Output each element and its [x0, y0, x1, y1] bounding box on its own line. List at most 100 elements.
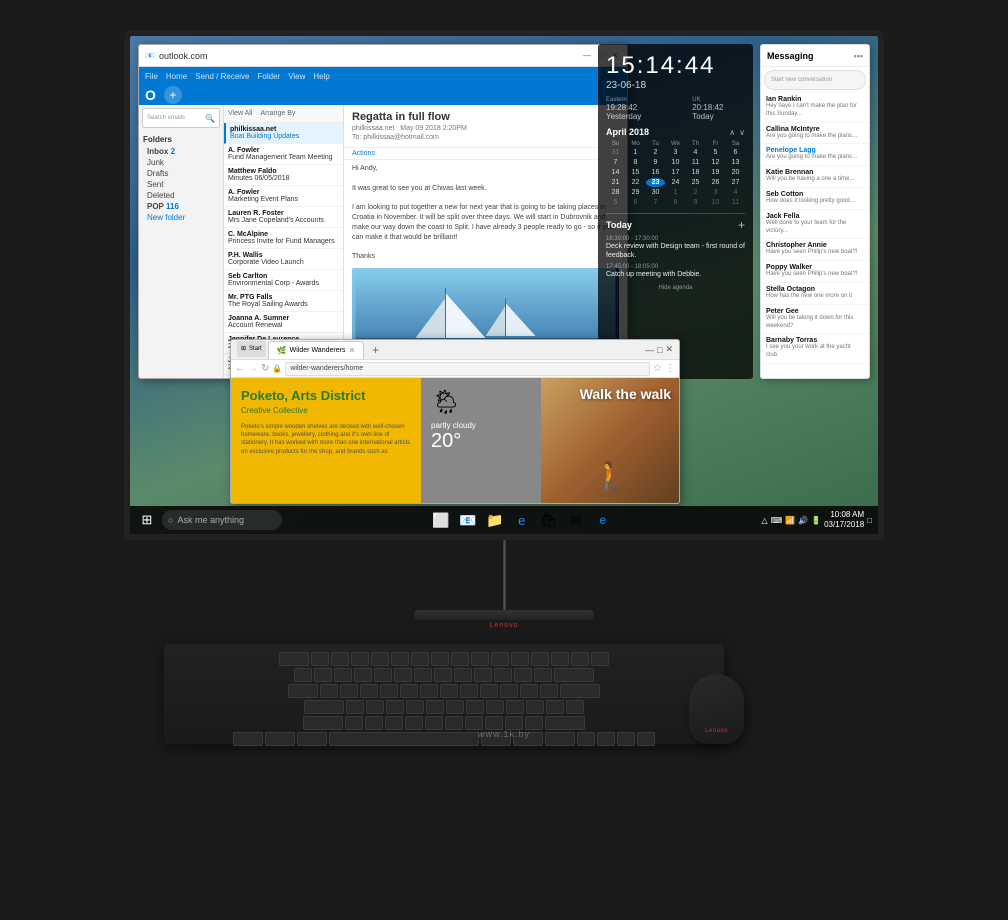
- drafts-folder[interactable]: Drafts: [143, 168, 219, 179]
- refresh-icon[interactable]: ↻: [261, 363, 269, 374]
- key-f12[interactable]: [531, 652, 549, 666]
- arrange-label[interactable]: Arrange By: [260, 110, 295, 117]
- key-i[interactable]: [460, 684, 478, 698]
- key-z[interactable]: [345, 716, 363, 730]
- key-r[interactable]: [380, 684, 398, 698]
- key-period[interactable]: [505, 716, 523, 730]
- action-center-icon[interactable]: □: [867, 516, 872, 525]
- menu-icon[interactable]: ⋮: [665, 363, 675, 374]
- email-item[interactable]: P.H. Wallis Corporate Video Launch: [224, 249, 343, 270]
- tab-send-receive[interactable]: Send / Receive: [195, 72, 249, 81]
- key-f10[interactable]: [491, 652, 509, 666]
- contact-item[interactable]: Poppy Walker Have you seen Philip's new …: [761, 261, 869, 283]
- key-v[interactable]: [405, 716, 423, 730]
- key-brk[interactable]: [591, 652, 609, 666]
- mouse[interactable]: Lenovo: [689, 674, 744, 744]
- new-email-button[interactable]: +: [164, 86, 182, 104]
- key-o[interactable]: [480, 684, 498, 698]
- forward-icon[interactable]: →: [248, 363, 258, 374]
- search-input[interactable]: Search emails 🔍: [142, 108, 220, 128]
- contact-item[interactable]: Christopher Annie Have you seen Philip's…: [761, 239, 869, 261]
- key-rbracket[interactable]: [540, 684, 558, 698]
- key-2[interactable]: [334, 668, 352, 682]
- key-f[interactable]: [406, 700, 424, 714]
- new-folder[interactable]: New folder: [143, 212, 219, 223]
- key-y[interactable]: [420, 684, 438, 698]
- key-f1[interactable]: [311, 652, 329, 666]
- key-f4[interactable]: [371, 652, 389, 666]
- key-lctrl[interactable]: [233, 732, 263, 746]
- sent-folder[interactable]: Sent: [143, 179, 219, 190]
- key-down[interactable]: [617, 732, 635, 746]
- key-capslock[interactable]: [304, 700, 344, 714]
- taskbar-task-view[interactable]: ⬜: [429, 508, 453, 532]
- start-button[interactable]: ⊞: [134, 507, 160, 533]
- key-m[interactable]: [465, 716, 483, 730]
- contact-item[interactable]: Ian Rankin Hey have I can't make the pla…: [761, 93, 869, 123]
- key-scr[interactable]: [571, 652, 589, 666]
- calendar-prev[interactable]: ∧: [729, 128, 735, 137]
- junk-folder[interactable]: Junk: [143, 157, 219, 168]
- email-item[interactable]: C. McAlpine Princess Invite for Fund Man…: [224, 228, 343, 249]
- key-esc[interactable]: [279, 652, 309, 666]
- key-f11[interactable]: [511, 652, 529, 666]
- key-q[interactable]: [320, 684, 338, 698]
- calendar-next[interactable]: ∨: [739, 128, 745, 137]
- key-s[interactable]: [366, 700, 384, 714]
- hide-agenda-button[interactable]: Hide agenda: [606, 285, 745, 291]
- key-quote[interactable]: [546, 700, 564, 714]
- key-9[interactable]: [474, 668, 492, 682]
- key-up[interactable]: [597, 732, 615, 746]
- key-g[interactable]: [426, 700, 444, 714]
- taskbar-edge-icon[interactable]: e: [591, 508, 615, 532]
- email-item[interactable]: Joanna A. Sumner Account Renewal: [224, 312, 343, 333]
- address-bar[interactable]: wilder-wanderers/home: [285, 362, 650, 376]
- key-rshift[interactable]: [545, 716, 585, 730]
- key-comma[interactable]: [485, 716, 503, 730]
- email-item[interactable]: A. Fowler Marketing Event Plans: [224, 186, 343, 207]
- key-f6[interactable]: [411, 652, 429, 666]
- email-item[interactable]: philkissaa.net Boat Building Updates: [224, 123, 343, 144]
- key-backspace[interactable]: [554, 668, 594, 682]
- messaging-menu-icon[interactable]: •••: [854, 51, 863, 61]
- pop-folder[interactable]: POP 116: [143, 201, 219, 212]
- browser-close[interactable]: ✕: [665, 344, 673, 355]
- key-x[interactable]: [365, 716, 383, 730]
- key-semicolon[interactable]: [526, 700, 544, 714]
- contact-item[interactable]: Barnaby Torras I see you your work at th…: [761, 334, 869, 364]
- key-c[interactable]: [385, 716, 403, 730]
- key-prt[interactable]: [551, 652, 569, 666]
- key-tilde[interactable]: [294, 668, 312, 682]
- key-3[interactable]: [354, 668, 372, 682]
- contact-item[interactable]: Penelope Lagg Are you going to make the …: [761, 144, 869, 166]
- key-a[interactable]: [346, 700, 364, 714]
- key-rctrl[interactable]: [545, 732, 575, 746]
- browser-maximize[interactable]: □: [657, 345, 662, 355]
- contact-item[interactable]: Peter Gee Will you be taking it down for…: [761, 305, 869, 335]
- key-j[interactable]: [466, 700, 484, 714]
- contact-item[interactable]: Stella Octagon How has the new one more …: [761, 283, 869, 305]
- key-u[interactable]: [440, 684, 458, 698]
- key-hash[interactable]: [566, 700, 584, 714]
- key-lwin[interactable]: [265, 732, 295, 746]
- inbox-folder[interactable]: Inbox 2: [143, 146, 219, 157]
- contact-item[interactable]: Jack Fella Well done to your team for th…: [761, 210, 869, 240]
- email-item[interactable]: Lauren R. Foster Mrs Jane Copeland's Acc…: [224, 207, 343, 228]
- key-p[interactable]: [500, 684, 518, 698]
- tab-close-icon[interactable]: ✕: [348, 346, 355, 355]
- taskbar-folder-icon[interactable]: 📁: [483, 508, 507, 532]
- browser-minimize[interactable]: —: [645, 345, 654, 355]
- new-tab-button[interactable]: +: [366, 341, 385, 359]
- key-space[interactable]: [329, 732, 479, 746]
- actions-label[interactable]: Actions: [352, 150, 375, 157]
- key-plus[interactable]: [534, 668, 552, 682]
- key-d[interactable]: [386, 700, 404, 714]
- key-e[interactable]: [360, 684, 378, 698]
- tab-home[interactable]: Home: [166, 72, 187, 81]
- key-f3[interactable]: [351, 652, 369, 666]
- tab-file[interactable]: File: [145, 72, 158, 81]
- key-h[interactable]: [446, 700, 464, 714]
- key-f9[interactable]: [471, 652, 489, 666]
- key-f2[interactable]: [331, 652, 349, 666]
- key-4[interactable]: [374, 668, 392, 682]
